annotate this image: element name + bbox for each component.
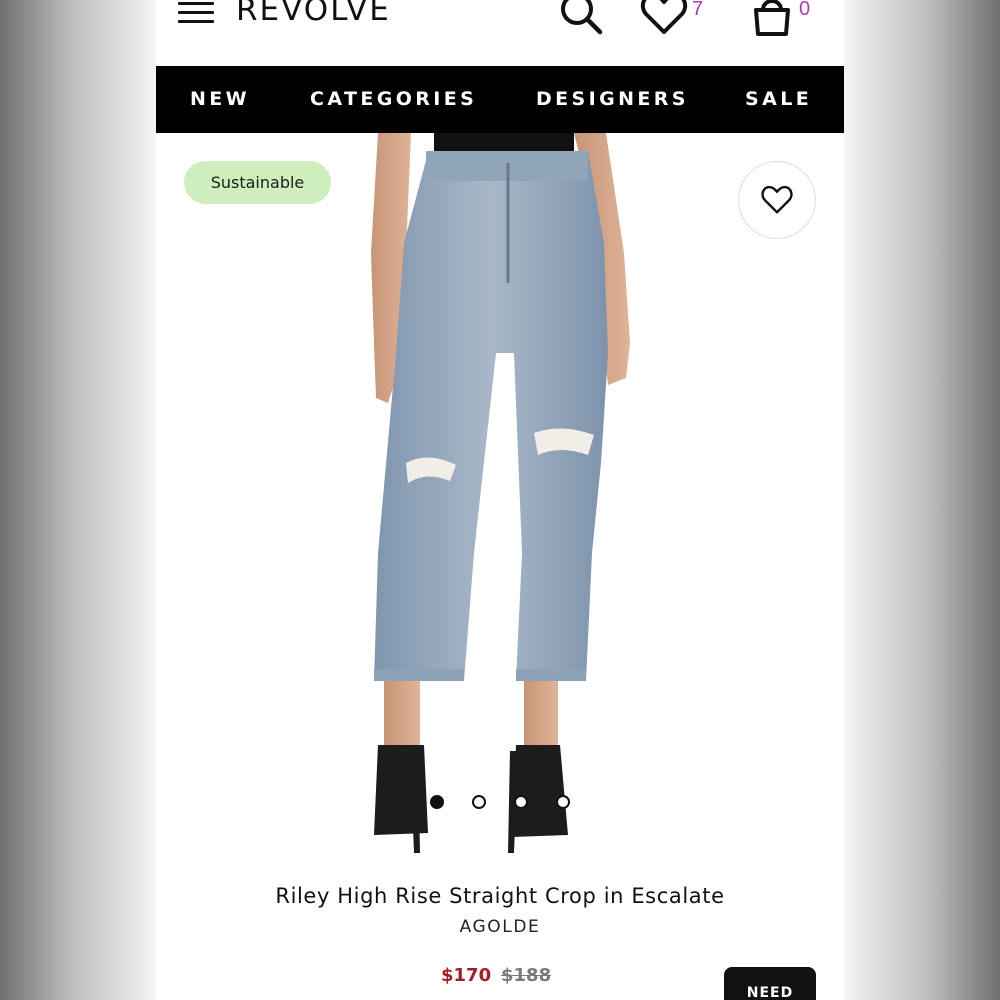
nav-sale[interactable]: SALE [745, 88, 812, 110]
sale-price: $170 [441, 965, 492, 986]
shopping-bag-icon[interactable] [750, 0, 794, 38]
carousel-dot-4[interactable] [556, 795, 570, 809]
product-image-carousel[interactable]: Sustainable [156, 133, 844, 865]
product-title: Riley High Rise Straight Crop in Escalat… [275, 884, 725, 908]
site-header: REVOLVE 7 0 [156, 0, 844, 66]
wishlist-count: 7 [692, 0, 704, 20]
search-icon[interactable] [558, 0, 606, 38]
menu-icon[interactable] [178, 2, 214, 26]
product-brand[interactable]: AGOLDE [156, 917, 844, 937]
main-nav: NEW CATEGORIES DESIGNERS SALE [156, 66, 844, 133]
nav-new[interactable]: NEW [190, 88, 250, 110]
sustainable-badge: Sustainable [184, 161, 331, 204]
product-photo [371, 133, 630, 853]
revolve-logo[interactable]: REVOLVE [236, 0, 391, 28]
need-it-button[interactable]: NEED [724, 967, 816, 1000]
nav-designers[interactable]: DESIGNERS [536, 88, 689, 110]
original-price: $188 [501, 965, 552, 986]
carousel-dot-1[interactable] [430, 795, 444, 809]
heart-outline-icon [761, 185, 793, 214]
bag-count: 0 [799, 0, 811, 20]
product-page: REVOLVE 7 0 NEW CATEGORIES DESIGNERS SAL… [156, 0, 844, 1000]
carousel-dot-3[interactable] [514, 795, 528, 809]
nav-categories[interactable]: CATEGORIES [310, 88, 477, 110]
wishlist-heart-icon[interactable] [640, 0, 688, 36]
add-to-wishlist-button[interactable] [738, 161, 816, 239]
carousel-dot-2[interactable] [472, 795, 486, 809]
carousel-pagination [428, 795, 578, 811]
